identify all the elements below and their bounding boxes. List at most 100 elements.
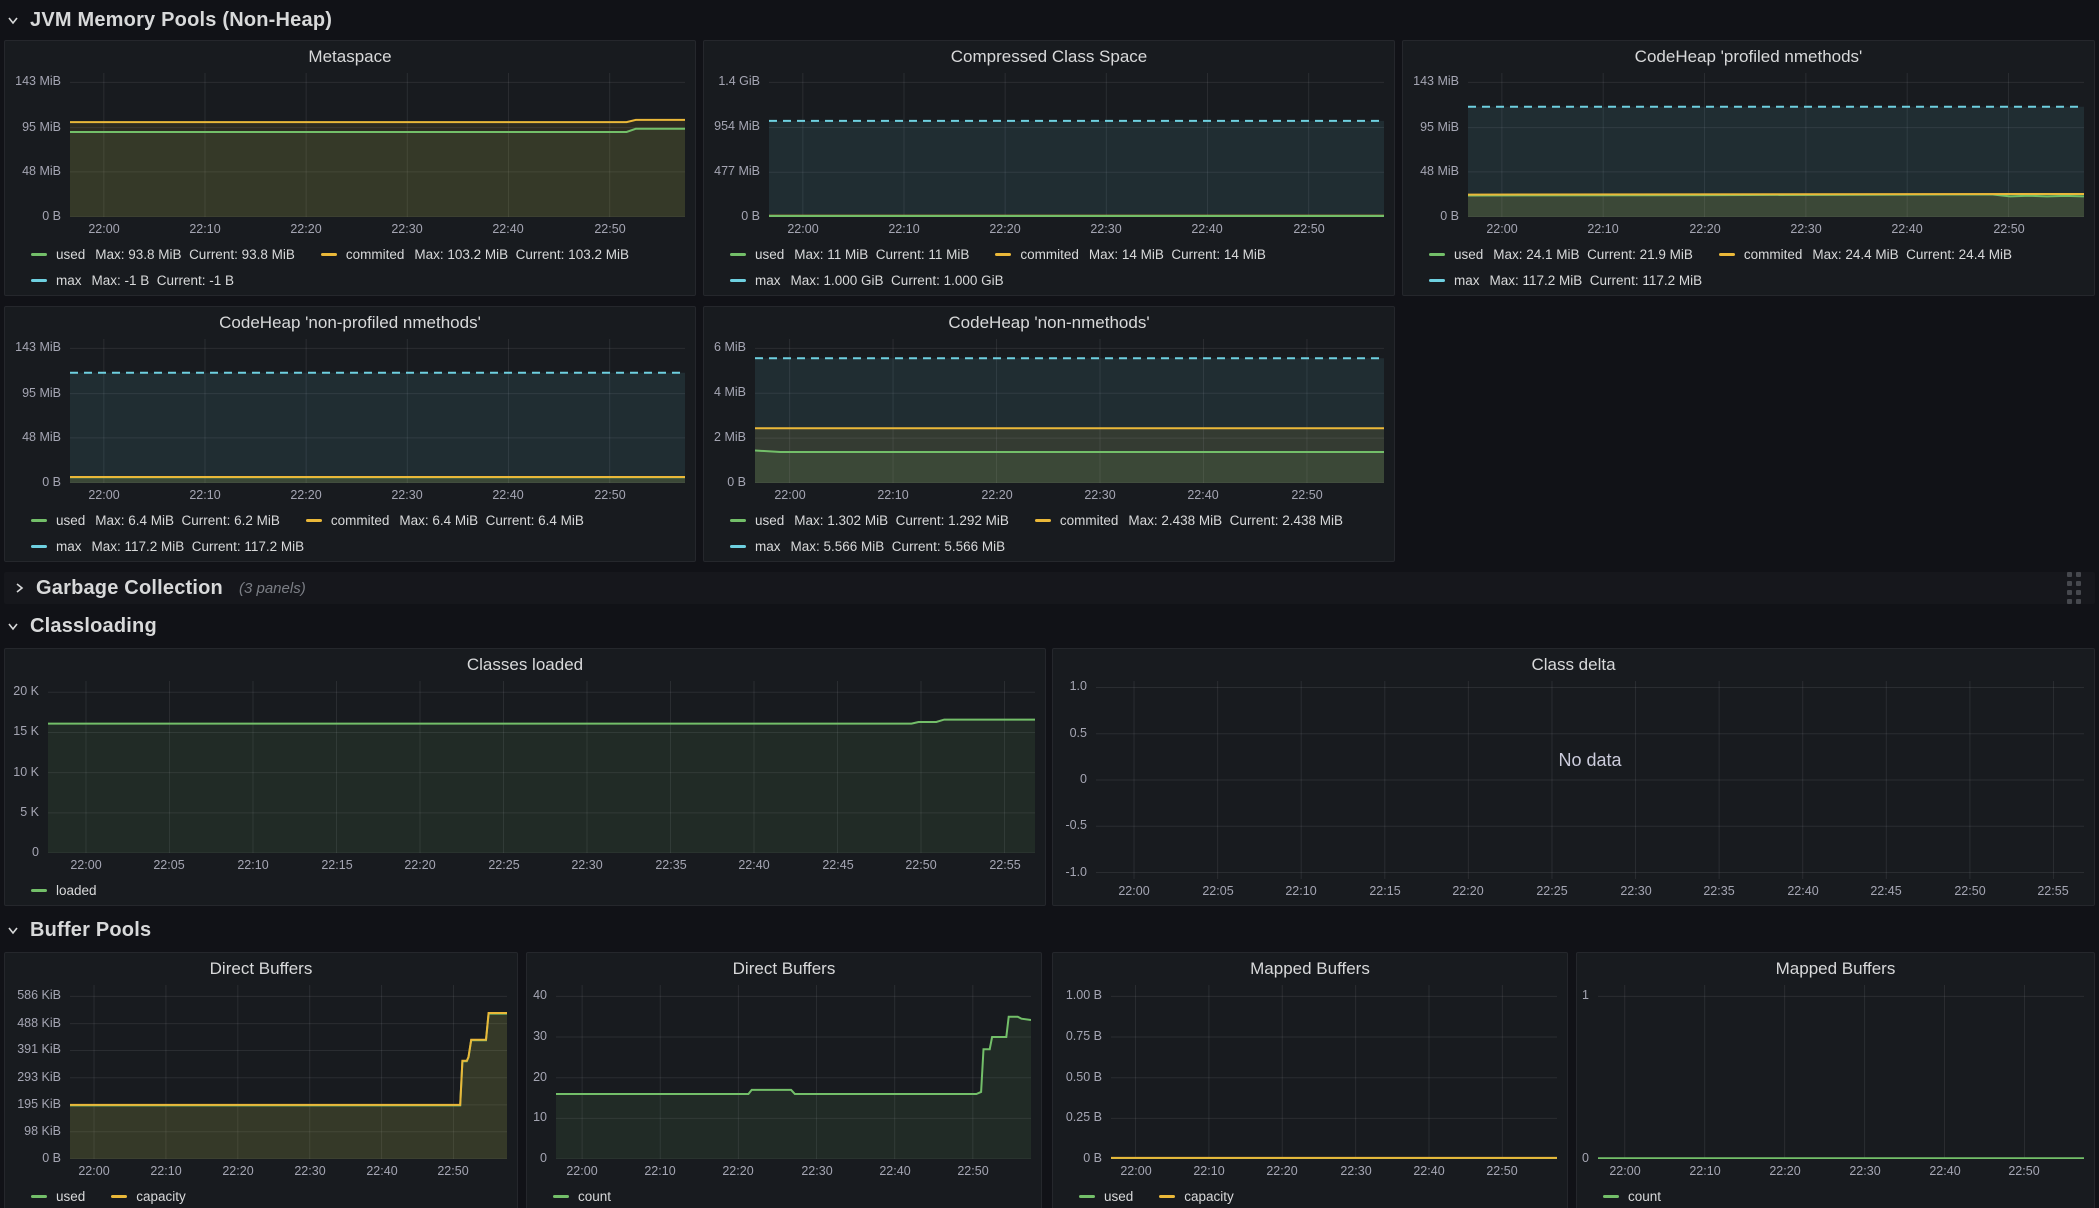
x-axis-tick-label: 22:00 (1486, 222, 1517, 236)
legend-item-used[interactable]: usedMax: 1.302 MiB Current: 1.292 MiB (730, 513, 1009, 528)
legend-series-swatch-icon (730, 253, 746, 256)
legend-series-name: capacity (136, 1189, 186, 1204)
x-axis-tick-label: 22:05 (1202, 884, 1233, 898)
panel-mapped-buffers-10: Mapped Buffers1022:0022:1022:2022:3022:4… (1576, 952, 2095, 1208)
panel-title[interactable]: CodeHeap 'profiled nmethods' (1403, 47, 2094, 67)
x-axis-tick-label: 22:50 (1486, 1164, 1517, 1178)
time-series-plot[interactable] (1111, 985, 1557, 1159)
section-title: JVM Memory Pools (Non-Heap) (30, 9, 332, 32)
legend-row: loaded (31, 877, 1037, 903)
row-drag-handle-icon[interactable] (2067, 572, 2081, 604)
legend-item-max[interactable]: maxMax: -1 B Current: -1 B (31, 273, 234, 288)
legend-item-max[interactable]: maxMax: 117.2 MiB Current: 117.2 MiB (1429, 273, 1702, 288)
series-line-used (70, 1014, 507, 1106)
y-axis-tick-label: 98 KiB (5, 1124, 61, 1138)
legend-item-count[interactable]: count (1603, 1189, 1661, 1204)
x-axis-tick-label: 22:30 (391, 222, 422, 236)
panel-title[interactable]: Direct Buffers (527, 959, 1041, 979)
time-series-plot[interactable] (1598, 985, 2084, 1159)
x-axis-tick-label: 22:20 (404, 858, 435, 872)
series-fill-commited (70, 120, 685, 217)
section-row-classloading[interactable]: Classloading (4, 612, 2095, 640)
no-data-message: No data (1096, 750, 2084, 771)
legend-series-stats: Max: 2.438 MiB Current: 2.438 MiB (1128, 513, 1343, 528)
y-axis-tick-label: 0.5 (1053, 726, 1087, 740)
time-series-plot[interactable] (755, 339, 1384, 483)
legend-item-commited[interactable]: commitedMax: 103.2 MiB Current: 103.2 Mi… (321, 247, 629, 262)
legend-series-stats: Max: 24.1 MiB Current: 21.9 MiB (1493, 247, 1693, 262)
legend-item-used[interactable]: usedMax: 6.4 MiB Current: 6.2 MiB (31, 513, 280, 528)
x-axis-tick-label: 22:20 (290, 488, 321, 502)
legend-item-count[interactable]: count (553, 1189, 611, 1204)
legend-item-used[interactable]: usedMax: 11 MiB Current: 11 MiB (730, 247, 969, 262)
panel-title[interactable]: Class delta (1053, 655, 2094, 675)
legend-row: maxMax: -1 B Current: -1 B (31, 267, 687, 293)
x-axis-tick-label: 22:40 (492, 488, 523, 502)
panel-title[interactable]: Classes loaded (5, 655, 1045, 675)
legend-series-name: commited (331, 513, 390, 528)
section-row-buffer-pools[interactable]: Buffer Pools (4, 916, 2095, 944)
y-axis-tick-label: 391 KiB (5, 1042, 61, 1056)
panel-title[interactable]: Compressed Class Space (704, 47, 1394, 67)
series-line-count (556, 1017, 1031, 1094)
y-axis-tick-label: 143 MiB (5, 74, 61, 88)
panel-title[interactable]: CodeHeap 'non-nmethods' (704, 313, 1394, 333)
section-row-garbage-collection[interactable]: Garbage Collection (3 panels) (4, 572, 2095, 604)
legend-series-name: used (56, 247, 85, 262)
legend-series-stats: Max: 1.302 MiB Current: 1.292 MiB (794, 513, 1009, 528)
legend-item-used[interactable]: usedMax: 93.8 MiB Current: 93.8 MiB (31, 247, 295, 262)
legend-item-capacity[interactable]: capacity (1159, 1189, 1234, 1204)
legend-item-used[interactable]: used (31, 1189, 85, 1204)
x-axis-tick-label: 22:50 (1954, 884, 1985, 898)
time-series-plot[interactable] (48, 681, 1035, 853)
legend-series-name: count (578, 1189, 611, 1204)
legend-series-stats: Max: 6.4 MiB Current: 6.4 MiB (399, 513, 584, 528)
panel-legend: count (1603, 1183, 2086, 1208)
legend-series-stats: Max: 117.2 MiB Current: 117.2 MiB (92, 539, 305, 554)
legend-row: usedMax: 93.8 MiB Current: 93.8 MiB commi… (31, 241, 687, 267)
y-axis-tick-label: 95 MiB (5, 386, 61, 400)
legend-item-max[interactable]: maxMax: 5.566 MiB Current: 5.566 MiB (730, 539, 1005, 554)
x-axis-tick-label: 22:50 (1993, 222, 2024, 236)
time-series-plot[interactable] (70, 985, 507, 1159)
legend-item-commited[interactable]: commitedMax: 2.438 MiB Current: 2.438 Mi… (1035, 513, 1343, 528)
legend-item-used[interactable]: used (1079, 1189, 1133, 1204)
x-axis-tick-label: 22:45 (1870, 884, 1901, 898)
panel-title[interactable]: CodeHeap 'non-profiled nmethods' (5, 313, 695, 333)
time-series-plot[interactable] (1468, 73, 2084, 217)
y-axis-tick-label: 0 B (704, 475, 746, 489)
y-axis-tick-label: 0.25 B (1053, 1110, 1102, 1124)
legend-item-commited[interactable]: commited Max: 6.4 MiB Current: 6.4 MiB (306, 513, 584, 528)
time-series-plot[interactable] (1096, 681, 2084, 879)
time-series-plot[interactable] (70, 73, 685, 217)
x-axis-tick-label: 22:10 (877, 488, 908, 502)
legend-item-commited[interactable]: commitedMax: 14 MiB Current: 14 MiB (995, 247, 1266, 262)
panel-title[interactable]: Metaspace (5, 47, 695, 67)
legend-series-name: commited (346, 247, 405, 262)
legend-item-max[interactable]: maxMax: 117.2 MiB Current: 117.2 MiB (31, 539, 304, 554)
x-axis-tick-label: 22:10 (237, 858, 268, 872)
time-series-plot[interactable] (769, 73, 1384, 217)
legend-series-swatch-icon (1603, 1195, 1619, 1198)
x-axis-tick-label: 22:10 (1587, 222, 1618, 236)
y-axis-tick-label: 0 (1053, 772, 1087, 786)
x-axis-tick-label: 22:10 (644, 1164, 675, 1178)
legend-item-used[interactable]: usedMax: 24.1 MiB Current: 21.9 MiB (1429, 247, 1693, 262)
legend-item-capacity[interactable]: capacity (111, 1189, 186, 1204)
y-axis-tick-label: 40 (527, 988, 547, 1002)
legend-item-commited[interactable]: commitedMax: 24.4 MiB Current: 24.4 MiB (1719, 247, 2012, 262)
panel-title[interactable]: Mapped Buffers (1577, 959, 2094, 979)
x-axis-tick-label: 22:00 (774, 488, 805, 502)
time-series-plot[interactable] (556, 985, 1031, 1159)
series-line-loaded (48, 720, 1035, 724)
panel-title[interactable]: Mapped Buffers (1053, 959, 1567, 979)
legend-row: maxMax: 1.000 GiB Current: 1.000 GiB (730, 267, 1386, 293)
time-series-plot[interactable] (70, 339, 685, 483)
section-row-jvm-memory-pools-non-heap[interactable]: JVM Memory Pools (Non-Heap) (4, 6, 2095, 34)
panel-legend: usedMax: 6.4 MiB Current: 6.2 MiB commite… (31, 507, 687, 559)
panel-title[interactable]: Direct Buffers (5, 959, 517, 979)
x-axis-tick-label: 22:10 (150, 1164, 181, 1178)
legend-item-max[interactable]: maxMax: 1.000 GiB Current: 1.000 GiB (730, 273, 1004, 288)
legend-item-loaded[interactable]: loaded (31, 883, 97, 898)
x-axis-tick-label: 22:10 (189, 222, 220, 236)
